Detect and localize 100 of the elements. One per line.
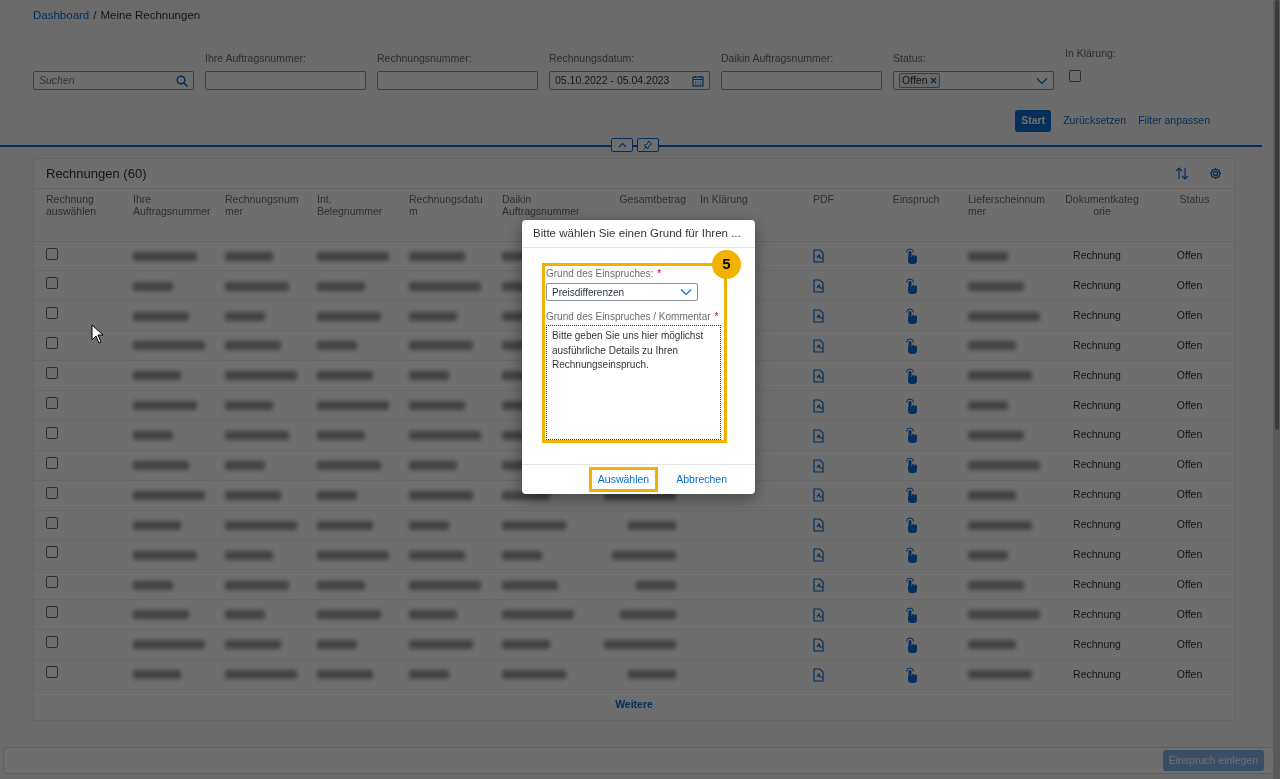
pdf-document-icon[interactable] bbox=[812, 428, 825, 443]
table-cell: Rechnung bbox=[1073, 428, 1121, 441]
token[interactable]: Offen bbox=[899, 72, 940, 88]
row-checkbox[interactable] bbox=[46, 486, 58, 499]
row-checkbox[interactable] bbox=[46, 666, 58, 679]
pdf-document-icon[interactable] bbox=[812, 279, 825, 294]
breadcrumb-link[interactable]: Dashboard bbox=[33, 9, 90, 21]
redacted-text bbox=[409, 550, 465, 560]
filter-link[interactable]: Filter anpassen bbox=[1138, 110, 1210, 132]
pointing-hand-icon[interactable] bbox=[904, 517, 918, 534]
column-header: Gesamtbetrag bbox=[619, 193, 686, 205]
redacted-text bbox=[612, 550, 676, 560]
redacted-text bbox=[225, 640, 281, 650]
row-checkbox[interactable] bbox=[46, 606, 58, 619]
pdf-document-icon[interactable] bbox=[812, 338, 825, 353]
pointing-hand-icon[interactable] bbox=[904, 367, 918, 384]
date-field[interactable]: 05.10.2022 - 05.04.2023 bbox=[549, 71, 710, 90]
row-checkbox[interactable] bbox=[46, 397, 58, 409]
redacted-text bbox=[317, 401, 389, 411]
remove-icon[interactable] bbox=[929, 76, 937, 84]
field-label: Grund des Einspruches: bbox=[546, 268, 654, 279]
redacted-text bbox=[317, 371, 373, 381]
pdf-document-icon[interactable] bbox=[812, 368, 825, 383]
pointing-hand-icon[interactable] bbox=[904, 546, 918, 563]
cancel-button[interactable]: Abbrechen bbox=[670, 469, 733, 490]
pin-button[interactable] bbox=[637, 138, 659, 152]
row-checkbox[interactable] bbox=[46, 576, 58, 589]
pointing-hand-icon[interactable] bbox=[904, 457, 918, 474]
redacted-text bbox=[225, 610, 265, 620]
redacted-text bbox=[133, 431, 173, 441]
row-checkbox[interactable] bbox=[46, 456, 58, 469]
filter-label: In Klärung: bbox=[1065, 46, 1117, 62]
status-select[interactable]: Offen bbox=[893, 71, 1054, 90]
select-button[interactable]: Auswählen bbox=[588, 466, 659, 493]
redacted-text bbox=[502, 610, 574, 620]
pointing-hand-icon[interactable] bbox=[904, 307, 918, 324]
reason-select[interactable]: Preisdifferenzen bbox=[546, 283, 698, 301]
pointing-hand-icon[interactable] bbox=[904, 277, 918, 294]
filter-link[interactable]: Zurücksetzen bbox=[1063, 110, 1127, 132]
pdf-document-icon[interactable] bbox=[812, 398, 825, 413]
scrollbar-thumb[interactable] bbox=[1275, 0, 1279, 430]
required-mark: * bbox=[714, 311, 719, 322]
collapse-button[interactable] bbox=[611, 138, 633, 152]
table-cell: Offen bbox=[1176, 667, 1203, 680]
pointing-hand-icon[interactable] bbox=[904, 666, 918, 683]
sort-icon[interactable] bbox=[1175, 167, 1189, 180]
row-checkbox[interactable] bbox=[46, 307, 58, 320]
pointing-hand-icon[interactable] bbox=[904, 427, 918, 444]
mouse-cursor-icon bbox=[91, 324, 104, 344]
text-field[interactable] bbox=[205, 71, 366, 90]
chevron-down-icon[interactable] bbox=[1036, 76, 1048, 85]
row-checkbox[interactable] bbox=[46, 516, 58, 529]
token-label: Offen bbox=[902, 73, 928, 87]
row-checkbox[interactable] bbox=[46, 277, 58, 290]
row-checkbox[interactable] bbox=[46, 337, 58, 350]
calendar-icon[interactable] bbox=[692, 74, 704, 87]
pointing-hand-icon[interactable] bbox=[904, 248, 918, 265]
row-checkbox[interactable] bbox=[46, 367, 58, 380]
pointing-hand-icon[interactable] bbox=[904, 576, 918, 593]
pointing-hand-icon[interactable] bbox=[904, 606, 918, 623]
pdf-document-icon[interactable] bbox=[812, 309, 825, 324]
row-checkbox[interactable] bbox=[46, 636, 58, 649]
redacted-text bbox=[502, 670, 566, 680]
settings-icon[interactable] bbox=[1209, 167, 1222, 180]
pointing-hand-icon[interactable] bbox=[904, 636, 918, 653]
pdf-document-icon[interactable] bbox=[812, 578, 825, 593]
pdf-document-icon[interactable] bbox=[812, 249, 825, 264]
redacted-text bbox=[409, 610, 457, 620]
table-cell: Rechnung bbox=[1073, 338, 1121, 351]
redacted-text bbox=[409, 341, 473, 351]
redacted-text bbox=[968, 580, 1024, 590]
more-link[interactable]: Weitere bbox=[615, 697, 653, 713]
text-field[interactable] bbox=[377, 71, 538, 90]
search-field[interactable]: Suchen bbox=[33, 71, 194, 90]
row-checkbox[interactable] bbox=[46, 546, 58, 559]
text-field[interactable] bbox=[721, 71, 882, 90]
chevron-up-icon bbox=[617, 142, 627, 148]
pdf-document-icon[interactable] bbox=[812, 637, 825, 652]
pointing-hand-icon[interactable] bbox=[904, 337, 918, 354]
pdf-document-icon[interactable] bbox=[812, 518, 825, 533]
pointing-hand-icon[interactable] bbox=[904, 487, 918, 504]
comment-field[interactable]: Bitte geben Sie uns hier möglichst ausführliche Details zu Ihren Rechnungseinspruch. bbox=[546, 325, 721, 440]
pdf-document-icon[interactable] bbox=[812, 607, 825, 622]
redacted-text bbox=[317, 550, 389, 560]
pdf-document-icon[interactable] bbox=[812, 548, 825, 563]
table-cell: Offen bbox=[1176, 458, 1203, 471]
redacted-text bbox=[968, 670, 1032, 680]
redacted-text bbox=[409, 401, 465, 411]
pdf-document-icon[interactable] bbox=[812, 458, 825, 473]
pdf-document-icon[interactable] bbox=[812, 667, 825, 682]
pointing-hand-icon[interactable] bbox=[904, 397, 918, 414]
chevron-down-icon[interactable] bbox=[680, 288, 692, 296]
checkbox[interactable] bbox=[1069, 70, 1081, 82]
row-checkbox[interactable] bbox=[46, 247, 58, 260]
pdf-document-icon[interactable] bbox=[812, 488, 825, 503]
redacted-text bbox=[968, 610, 1040, 620]
row-checkbox[interactable] bbox=[46, 426, 58, 439]
redacted-text bbox=[968, 311, 1040, 321]
start-button[interactable]: Start bbox=[1015, 110, 1052, 132]
pin-icon bbox=[643, 140, 653, 150]
